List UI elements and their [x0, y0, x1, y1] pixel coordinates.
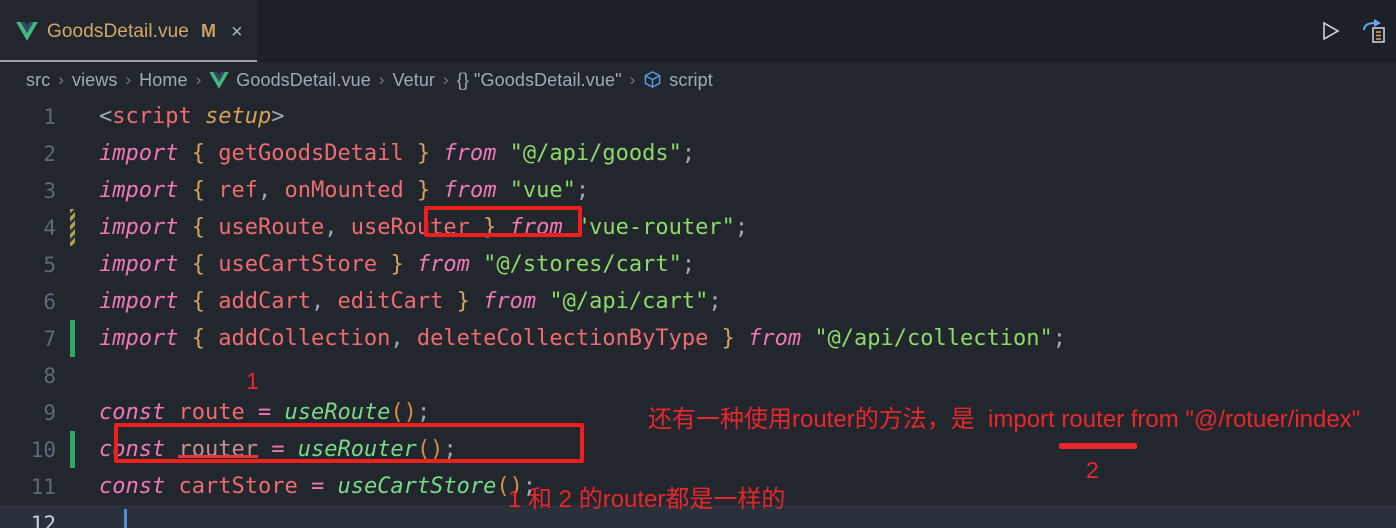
tab-close-icon[interactable]: × [231, 22, 243, 42]
text-cursor [124, 509, 127, 528]
line-number-active: 12 [30, 511, 56, 528]
code-line-9[interactable]: 9 const route = useRoute(); [0, 394, 1396, 431]
code-line-11[interactable]: 11 const cartStore = useCartStore(); [0, 468, 1396, 505]
code-text: const router = useRouter(); [99, 437, 457, 462]
code-line-2[interactable]: 2 import { getGoodsDetail } from "@/api/… [0, 135, 1396, 172]
vue-file-icon [16, 22, 38, 41]
code-text: import { getGoodsDetail } from "@/api/go… [99, 141, 696, 166]
line-number: 8 [43, 363, 56, 388]
module-cube-icon [644, 70, 661, 88]
code-text: import { useRoute, useRouter } from "vue… [99, 215, 749, 240]
diff-marker [70, 357, 75, 394]
breadcrumb-label-goodsdetail: GoodsDetail.vue [236, 69, 371, 90]
breadcrumb-separator: › [443, 70, 449, 89]
code-text: import { addCart, editCart } from "@/api… [99, 289, 722, 314]
code-text: <script setup> [99, 104, 285, 129]
code-text: const route = useRoute(); [99, 400, 431, 425]
line-number: 6 [43, 289, 56, 314]
code-line-3[interactable]: 3 import { ref, onMounted } from "vue"; [0, 172, 1396, 209]
breadcrumb-item-script[interactable]: script [643, 70, 713, 91]
diff-marker [70, 505, 75, 528]
breadcrumb-separator: › [195, 70, 202, 89]
line-number: 7 [43, 326, 56, 351]
vue-icon [209, 71, 229, 89]
code-line-10[interactable]: 10 const router = useRouter(); [0, 431, 1396, 468]
line-number: 1 [43, 104, 56, 129]
code-line-4[interactable]: 4 import { useRoute, useRouter } from "v… [0, 209, 1396, 246]
breadcrumb-separator: › [378, 70, 385, 89]
code-text: import { addCollection, deleteCollection… [99, 326, 1066, 351]
run-play-icon[interactable] [1318, 19, 1342, 43]
breadcrumb-item-views[interactable]: views [72, 70, 118, 91]
editor-actions [1318, 0, 1396, 62]
tab-filename: GoodsDetail.vue [47, 20, 189, 42]
breadcrumb-separator: › [125, 70, 132, 89]
code-text: import { useCartStore } from "@/stores/c… [99, 252, 696, 277]
breadcrumb-item-src[interactable]: src [26, 70, 50, 91]
code-text: import { ref, onMounted } from "vue"; [99, 178, 590, 203]
code-text: const cartStore = useCartStore(); [99, 474, 537, 499]
code-line-12[interactable]: 12 [0, 505, 1396, 528]
unused-variable-router: router [178, 437, 258, 462]
breadcrumb-item-home[interactable]: Home [139, 70, 187, 91]
code-line-6[interactable]: 6 import { addCart, editCart } from "@/a… [0, 283, 1396, 320]
breadcrumb-separator: › [629, 70, 636, 89]
breadcrumb-item-vetur[interactable]: Vetur [393, 70, 436, 91]
line-number: 10 [30, 437, 56, 462]
breadcrumb-label-script: script [669, 69, 713, 90]
code-editor[interactable]: 1 <script setup> 2 import { getGoodsDeta… [0, 98, 1396, 528]
editor-tab-bar: GoodsDetail.vue M × [0, 0, 1396, 62]
vscode-editor-window: GoodsDetail.vue M × src › views › Home › [0, 0, 1396, 528]
line-number: 5 [43, 252, 56, 277]
breadcrumb: src › views › Home › GoodsDetail.vue › V… [0, 62, 1396, 98]
breadcrumb-item-goodsdetail[interactable]: GoodsDetail.vue [209, 70, 371, 91]
code-line-8[interactable]: 8 [0, 357, 1396, 394]
open-changes-icon[interactable] [1360, 18, 1386, 44]
code-line-7[interactable]: 7 import { addCollection, deleteCollecti… [0, 320, 1396, 357]
line-number: 2 [43, 141, 56, 166]
line-number: 3 [43, 178, 56, 203]
code-line-5[interactable]: 5 import { useCartStore } from "@/stores… [0, 246, 1396, 283]
code-line-1[interactable]: 1 <script setup> [0, 98, 1396, 135]
breadcrumb-item-symbol-file[interactable]: {} "GoodsDetail.vue" [457, 70, 622, 91]
tab-modified-badge: M [200, 21, 216, 41]
line-number: 4 [43, 215, 56, 240]
line-number: 9 [43, 400, 56, 425]
breadcrumb-separator: › [58, 70, 64, 89]
editor-tab-goodsdetail[interactable]: GoodsDetail.vue M × [0, 0, 258, 62]
line-number: 11 [30, 474, 56, 499]
